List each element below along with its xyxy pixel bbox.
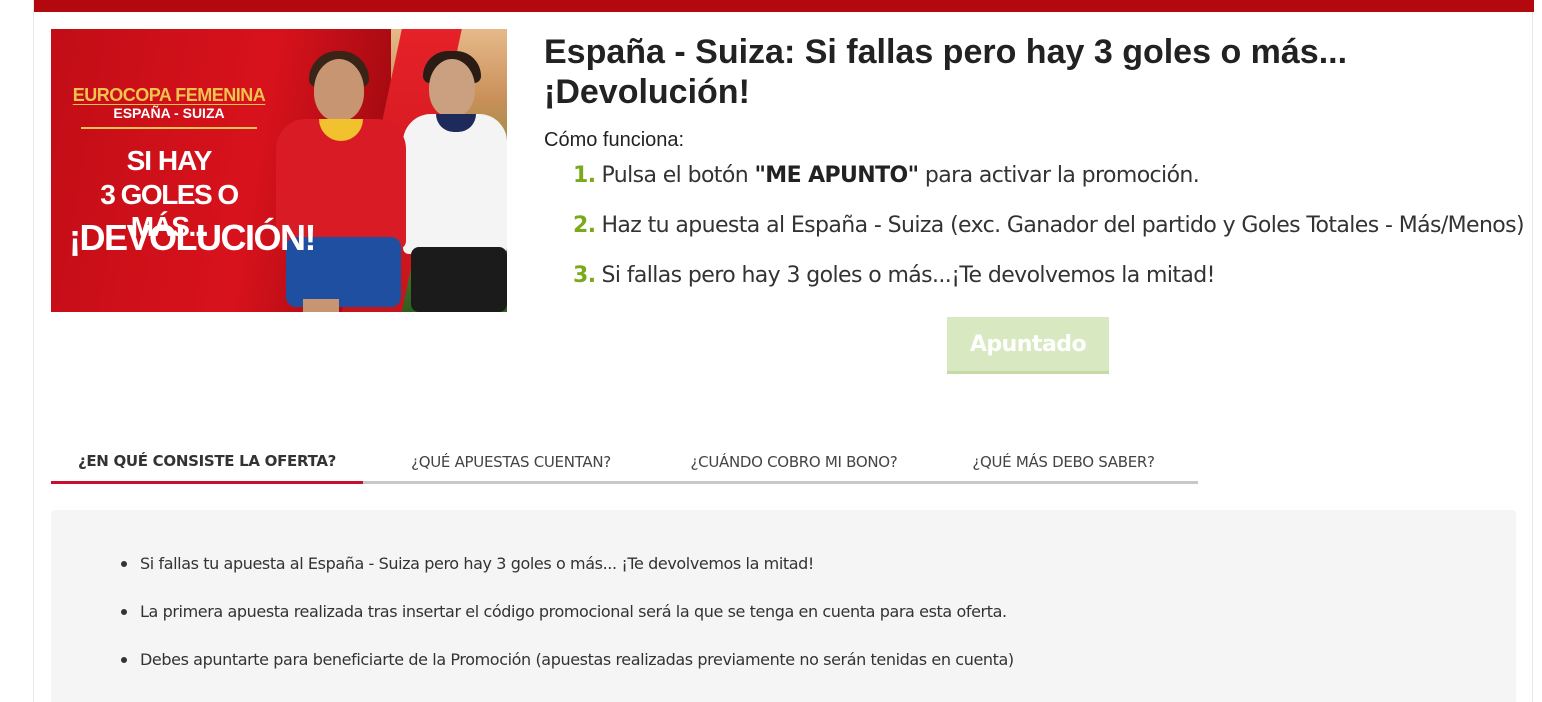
details-list: Si fallas tu apuesta al España - Suiza p… (121, 550, 1014, 694)
step-item: 3. Si fallas pero hay 3 goles o más...¡Te… (573, 260, 1524, 310)
banner-match-label: ESPAÑA - SUIZA (113, 105, 225, 121)
banner-headline-line1: SI HAY (126, 145, 213, 176)
promo-title-line2: ¡Devolución! (544, 73, 750, 111)
banner-divider (81, 127, 257, 129)
step-number: 1. (573, 163, 596, 188)
step-item: 1. Pulsa el botón "ME APUNTO" para activa… (573, 160, 1524, 210)
step-text: Pulsa el botón (601, 163, 755, 188)
step-text-strong: "ME APUNTO" (754, 163, 919, 188)
promo-banner-image: EUROCOPA FEMENINA ESPAÑA - SUIZA SI HAY … (51, 29, 507, 312)
step-number: 2. (573, 213, 596, 238)
player-figure (411, 247, 507, 312)
offer-tabs: ¿EN QUÉ CONSISTE LA OFERTA? ¿QUÉ APUESTA… (51, 440, 1198, 484)
step-text: Si fallas pero hay 3 goles o más...¡Te d… (601, 263, 1215, 288)
list-item: Debes apuntarte para beneficiarte de la … (121, 646, 1014, 694)
banner-event-label: EUROCOPA FEMENINA (72, 85, 266, 105)
step-number: 3. (573, 263, 596, 288)
player-figure (303, 299, 339, 312)
player-figure (429, 59, 475, 117)
top-bar (34, 0, 1534, 12)
promo-title-line1: España - Suiza: Si fallas pero hay 3 gol… (544, 33, 1348, 71)
player-figure (314, 59, 364, 121)
steps-list: 1. Pulsa el botón "ME APUNTO" para activa… (573, 160, 1525, 310)
how-it-works-label: Cómo funciona: (544, 129, 685, 151)
tab-en-que-consiste[interactable]: ¿EN QUÉ CONSISTE LA OFERTA? (51, 440, 363, 484)
list-item: La primera apuesta realizada tras insert… (121, 598, 1014, 646)
apuntado-button[interactable]: Apuntado (947, 317, 1109, 374)
promo-title: España - Suiza: Si fallas pero hay 3 gol… (544, 32, 1444, 112)
step-text: Haz tu apuesta al España - Suiza (exc. G… (601, 213, 1525, 238)
banner-headline-line3: ¡DEVOLUCIÓN! (69, 217, 317, 258)
tab-que-apuestas-cuentan[interactable]: ¿QUÉ APUESTAS CUENTAN? (363, 440, 659, 484)
step-text: para activar la promoción. (918, 163, 1200, 188)
tab-cuando-cobro-bono[interactable]: ¿CUÁNDO COBRO MI BONO? (659, 440, 929, 484)
promo-page: EUROCOPA FEMENINA ESPAÑA - SUIZA SI HAY … (33, 0, 1534, 702)
tab-content-panel: Si fallas tu apuesta al España - Suiza p… (51, 510, 1516, 702)
step-item: 2. Haz tu apuesta al España - Suiza (exc.… (573, 210, 1525, 260)
player-figure (403, 114, 507, 254)
list-item: Si fallas tu apuesta al España - Suiza p… (121, 550, 1014, 598)
tab-que-mas-debo-saber[interactable]: ¿QUÉ MÁS DEBO SABER? (929, 440, 1198, 484)
